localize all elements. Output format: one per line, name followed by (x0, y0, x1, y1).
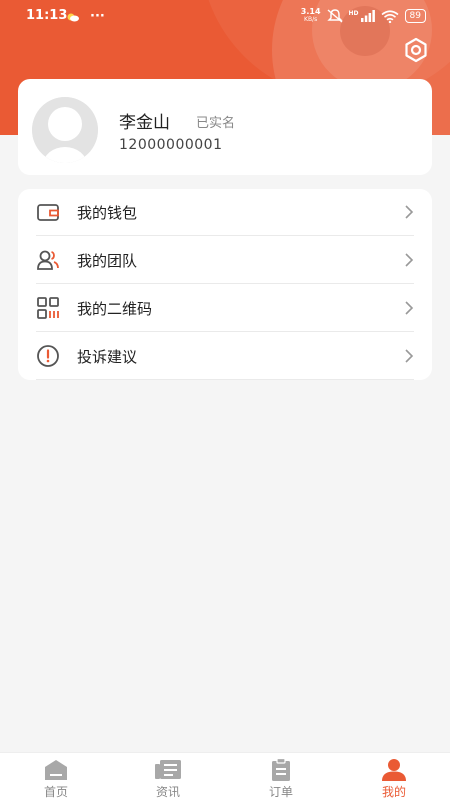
chevron-right-icon (405, 205, 414, 219)
tab-profile[interactable]: 我的 (338, 753, 450, 800)
divider (36, 379, 414, 380)
signal-indicator: HD (349, 10, 375, 22)
chevron-right-icon (405, 253, 414, 267)
qrcode-icon (37, 297, 59, 319)
tab-news[interactable]: 资讯 (112, 753, 224, 800)
complaint-icon (37, 345, 59, 367)
menu-item-team[interactable]: 我的团队 (18, 237, 432, 284)
home-icon (45, 760, 67, 780)
orders-icon (272, 758, 290, 781)
status-bar: 11:13 ··· 3.14 KB/s HD 89 (0, 0, 450, 34)
bottom-tab-bar: 首页 资讯 订单 我的 (0, 752, 450, 800)
profile-card[interactable]: 李金山 已实名 12000000001 (18, 79, 432, 175)
tab-label: 我的 (381, 785, 406, 799)
menu-item-complaint[interactable]: 投诉建议 (18, 333, 432, 380)
mute-icon (326, 9, 343, 23)
divider (36, 331, 414, 332)
news-icon (155, 760, 181, 779)
tab-label: 资讯 (155, 785, 180, 799)
settings-icon[interactable] (402, 36, 430, 64)
user-phone: 12000000001 (119, 137, 223, 153)
verified-status: 已实名 (196, 116, 236, 131)
menu-item-qrcode[interactable]: 我的二维码 (18, 285, 432, 332)
tab-home[interactable]: 首页 (0, 753, 112, 800)
chevron-right-icon (405, 301, 414, 315)
signal-icon (360, 10, 375, 22)
menu-item-label: 投诉建议 (77, 348, 138, 366)
divider (36, 235, 414, 236)
user-name: 李金山 (119, 113, 170, 133)
avatar[interactable] (32, 97, 98, 163)
menu-item-wallet[interactable]: 我的钱包 (18, 189, 432, 236)
status-dots: ··· (90, 9, 105, 24)
wallet-icon (37, 204, 59, 221)
profile-icon (382, 759, 406, 781)
team-icon (37, 250, 59, 270)
menu-item-label: 我的二维码 (77, 300, 153, 318)
menu-item-label: 我的钱包 (77, 204, 138, 222)
default-avatar-icon (32, 97, 98, 163)
status-time: 11:13 (26, 8, 68, 23)
tab-orders[interactable]: 订单 (225, 753, 337, 800)
tab-label: 首页 (43, 785, 68, 799)
tab-label: 订单 (268, 785, 293, 799)
weather-icon (67, 13, 79, 21)
wifi-icon (381, 9, 399, 23)
network-speed: 3.14 KB/s (300, 7, 321, 24)
divider (36, 283, 414, 284)
chevron-right-icon (405, 349, 414, 363)
menu-item-label: 我的团队 (77, 252, 138, 270)
battery-indicator: 89 (404, 9, 426, 23)
menu-list: 我的钱包 我的团队 我的二维码 投诉建议 (18, 189, 432, 380)
